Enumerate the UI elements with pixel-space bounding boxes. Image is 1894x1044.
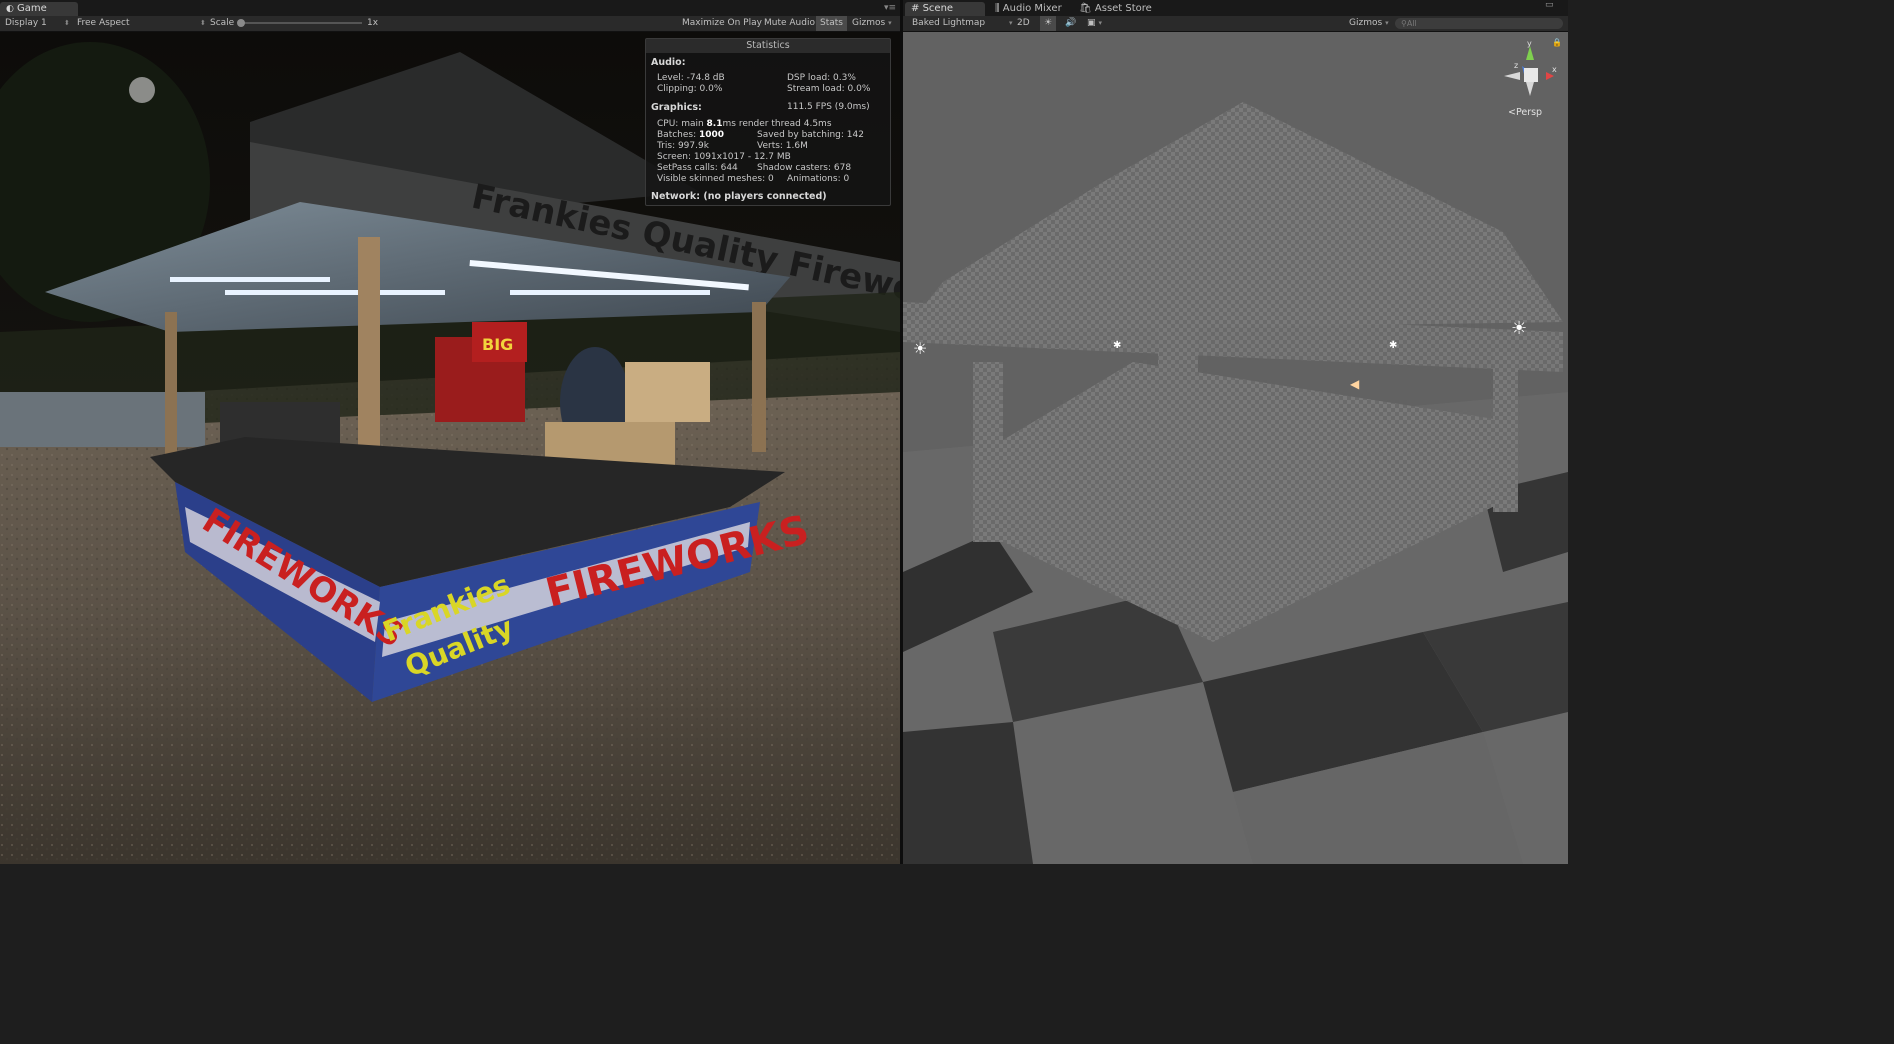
dropdown-arrow-icon: ▾	[888, 19, 892, 27]
stand-post	[165, 312, 177, 462]
audio-mixer-icon: ⫼	[995, 3, 1000, 14]
scale-slider[interactable]	[237, 19, 362, 27]
audio-level: Level: -74.8 dB	[657, 73, 725, 83]
network-readout: Network: (no players connected)	[651, 191, 827, 202]
light-icon[interactable]: ✱	[1113, 340, 1121, 351]
dropdown-arrow-icon: ⬍	[200, 19, 206, 27]
window-controls-icon[interactable]: ▭	[1545, 0, 1554, 15]
scene-audio-icon[interactable]: 🔊	[1061, 16, 1080, 31]
asset-store-icon: 🛍	[1079, 3, 1092, 14]
tris-readout: Tris: 997.9k	[657, 141, 709, 151]
animations-readout: Animations: 0	[787, 174, 850, 184]
tab-audio-mixer[interactable]: ⫼ Audio Mixer	[989, 2, 1068, 16]
batches-readout: Batches: 1000	[657, 130, 725, 140]
light-icon[interactable]: ☀	[913, 339, 927, 358]
scale-value: 1x	[367, 18, 379, 28]
dropdown-arrow-icon: ▾	[1098, 19, 1103, 27]
audio-clipping: Clipping: 0.0%	[657, 84, 723, 94]
audio-source-icon[interactable]: ◀	[1350, 377, 1360, 391]
cardboard-box	[625, 362, 710, 422]
verts-readout: Verts: 1.6M	[757, 141, 808, 151]
y-axis-cone	[1526, 46, 1534, 60]
dsp-load: DSP load: 0.3%	[787, 73, 856, 83]
stand-post	[752, 302, 766, 452]
scene-tabbar: # Scene ⫼ Audio Mixer 🛍 Asset Store ▭	[903, 0, 1568, 16]
light-tube	[170, 277, 330, 282]
graphics-header: Graphics:	[651, 102, 702, 113]
stream-load: Stream load: 0.0%	[787, 84, 871, 94]
projection-toggle[interactable]: <Persp	[1508, 107, 1542, 118]
gizmo-z-label: z	[1514, 61, 1518, 70]
game-tab-icon: ◐	[6, 4, 14, 14]
display-select[interactable]: Display 1 ⬍	[5, 16, 70, 31]
tab-asset-store[interactable]: 🛍 Asset Store	[1073, 2, 1158, 16]
draw-mode-select[interactable]: Baked Lightmap ▾	[912, 16, 1013, 31]
game-toolbar: Display 1 ⬍ Free Aspect ⬍ Scale 1x Maximiz…	[0, 16, 900, 32]
big-box-text: BIG	[482, 335, 513, 354]
aspect-select[interactable]: Free Aspect ⬍	[77, 16, 206, 31]
gizmo-x-label: x	[1552, 65, 1557, 74]
scene-tab-icon: #	[911, 3, 920, 14]
skinned-meshes: Visible skinned meshes: 0	[657, 174, 774, 184]
scene-toolbar: Baked Lightmap ▾ 2D ☀ 🔊 ▣ ▾ Gizmos ▾ ⚲All	[903, 16, 1568, 32]
scene-orientation-gizmo[interactable]: y x z 🔒	[1502, 38, 1562, 100]
scene-gizmos-button[interactable]: Gizmos ▾	[1349, 16, 1389, 31]
lock-icon[interactable]: 🔒	[1552, 38, 1562, 47]
light-icon[interactable]: ☀	[1511, 318, 1527, 339]
scene-render: ☀ ✱ ✱ ☀ ◀	[903, 32, 1568, 864]
dropdown-arrow-icon: ▾	[1385, 19, 1389, 27]
shadow-casters: Shadow casters: 678	[757, 163, 852, 173]
moon	[129, 77, 155, 103]
statistics-panel: Statistics Audio: Level: -74.8 dB DSP lo…	[645, 38, 891, 206]
dropdown-arrow-icon: ▾	[1009, 19, 1013, 27]
maximize-on-play-button[interactable]: Maximize On Play	[678, 16, 766, 31]
cpu-readout: CPU: main 8.1ms render thread 4.5ms	[657, 119, 832, 129]
2d-toggle[interactable]: 2D	[1013, 16, 1034, 31]
audio-header: Audio:	[651, 57, 686, 68]
setpass-readout: SetPass calls: 644	[657, 163, 738, 173]
neg-x-cone	[1504, 72, 1520, 80]
gizmo-center-cube[interactable]	[1524, 68, 1538, 82]
mute-audio-button[interactable]: Mute Audio	[760, 16, 819, 31]
scale-label: Scale	[210, 18, 235, 28]
light-tube	[225, 290, 445, 295]
gizmos-button[interactable]: Gizmos ▾	[848, 16, 896, 31]
light-tube	[510, 290, 710, 295]
gizmo-y-label: y	[1527, 40, 1532, 48]
dropdown-arrow-icon: ⬍	[64, 19, 70, 27]
scene-viewport[interactable]: ☀ ✱ ✱ ☀ ◀	[903, 32, 1568, 864]
persp-chevron-icon: <	[1508, 107, 1516, 118]
stats-button[interactable]: Stats	[816, 16, 847, 31]
tab-game[interactable]: ◐ Game	[0, 2, 78, 16]
statistics-title: Statistics	[646, 39, 890, 53]
fps-readout: 111.5 FPS (9.0ms)	[787, 102, 870, 112]
scene-lighting-icon[interactable]: ☀	[1040, 16, 1057, 31]
neg-y-cone	[1526, 82, 1534, 96]
light-icon[interactable]: ✱	[1389, 340, 1397, 351]
game-tabbar: ◐ Game ▾≡	[0, 0, 900, 16]
scene-effects-icon[interactable]: ▣ ▾	[1083, 16, 1106, 31]
scale-slider-handle[interactable]	[237, 19, 245, 27]
saved-batching: Saved by batching: 142	[757, 130, 864, 140]
screen-readout: Screen: 1091x1017 - 12.7 MB	[657, 152, 791, 162]
tab-scene[interactable]: # Scene	[905, 2, 985, 16]
scene-search-input[interactable]: ⚲All	[1395, 18, 1563, 29]
